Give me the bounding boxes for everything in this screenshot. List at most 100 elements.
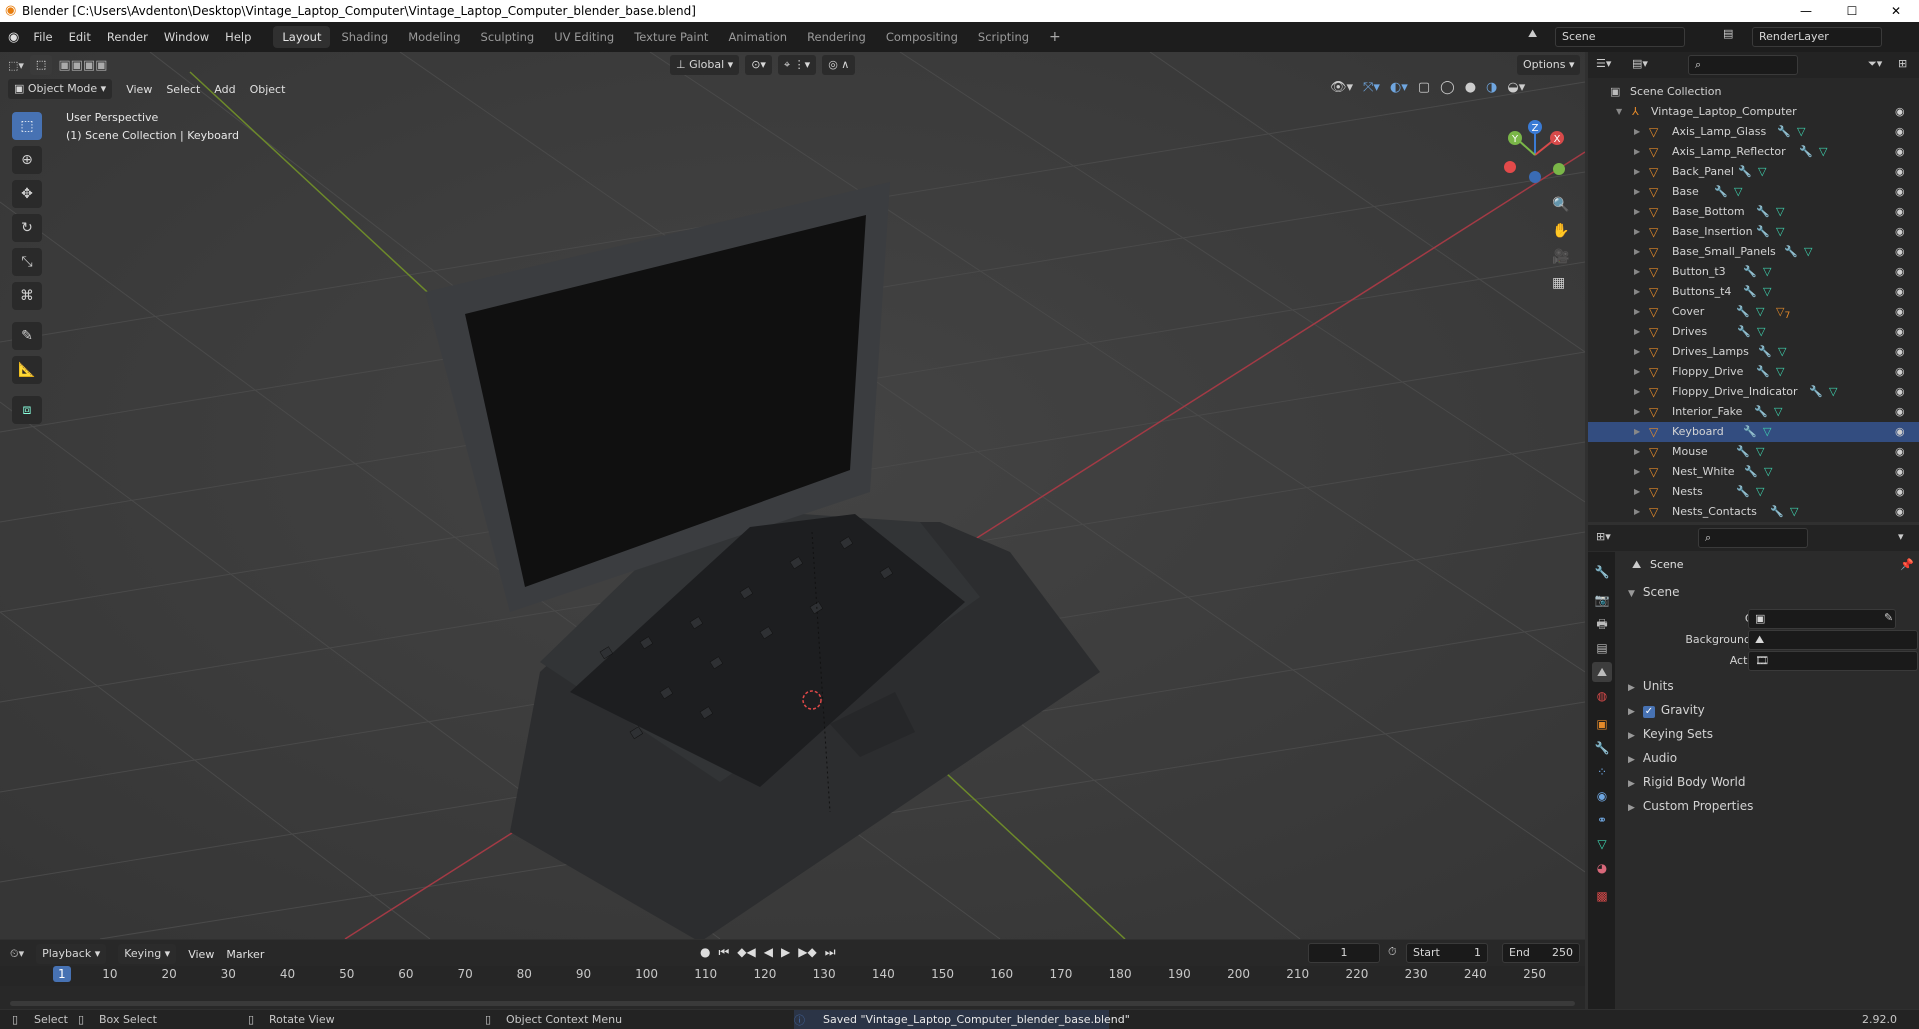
visibility-eye-icon[interactable]: ◉ [1895, 262, 1905, 282]
constraints-tab-icon[interactable]: ⚭ [1592, 810, 1612, 830]
outliner-item[interactable]: ▶ ▽ Base_Bottom 🔧 ▽ ◉ [1588, 202, 1919, 222]
mesh-data-icon[interactable]: ▽ [1757, 322, 1765, 342]
gravity-checkbox[interactable]: ✓ [1642, 706, 1655, 718]
mesh-data-icon[interactable]: ▽ [1776, 222, 1784, 242]
visibility-icon[interactable]: 👁▾ [1330, 80, 1353, 95]
cursor-tool-icon[interactable]: ⊕ [12, 146, 42, 174]
mesh-data-icon[interactable]: ▽ [1790, 502, 1798, 522]
wireframe-shading-icon[interactable]: ◯ [1440, 80, 1455, 95]
outliner-item[interactable]: ▶ ▽ Floppy_Drive 🔧 ▽ ◉ [1588, 362, 1919, 382]
visibility-eye-icon[interactable]: ◉ [1895, 162, 1905, 182]
mesh-data-icon[interactable]: ▽ [1764, 462, 1772, 482]
tab-compositing[interactable]: Compositing [877, 26, 967, 48]
visibility-eye-icon[interactable]: ◉ [1895, 362, 1905, 382]
mesh-data-icon[interactable]: ▽ [1763, 282, 1771, 302]
ortho-grid-icon[interactable]: ▦ [1552, 275, 1569, 291]
mesh-data-icon[interactable]: ▽ [1829, 382, 1837, 402]
timeline-editor-icon[interactable]: ⏲▾ [10, 947, 24, 961]
visibility-eye-icon[interactable]: ◉ [1895, 442, 1905, 462]
expand-arrow-icon[interactable]: ▶ [1634, 482, 1640, 502]
properties-options-icon[interactable]: ▾ [1898, 530, 1904, 543]
section-rigid-body-world[interactable]: ▶ Rigid Body World [1628, 775, 1745, 789]
modifier-tab-icon[interactable]: 🔧 [1592, 738, 1612, 758]
modifier-icon[interactable]: 🔧 [1809, 382, 1823, 402]
outliner-item[interactable]: ▶ ▽ Mouse 🔧 ▽ ◉ [1588, 442, 1919, 462]
object-tab-icon[interactable]: ▣ [1592, 714, 1612, 734]
eyedropper-icon[interactable]: ✎ [1884, 611, 1893, 624]
prev-keyframe-icon[interactable]: ◆◀ [737, 945, 755, 960]
visibility-eye-icon[interactable]: ◉ [1895, 182, 1905, 202]
select-box-tool-icon[interactable]: ⬚ [12, 112, 42, 140]
scale-tool-icon[interactable]: ⤡ [12, 248, 42, 276]
mesh-data-icon[interactable]: ▽ [1776, 202, 1784, 222]
outliner-item[interactable]: ▶ ▽ Nests_Contacts 🔧 ▽ ◉ [1588, 502, 1919, 522]
expand-arrow-icon[interactable]: ▶ [1634, 202, 1640, 222]
expand-arrow-icon[interactable]: ▶ [1634, 382, 1640, 402]
timeline-menu-view[interactable]: View [188, 948, 214, 961]
section-gravity[interactable]: ▶ ✓ Gravity [1628, 703, 1705, 718]
measure-tool-icon[interactable]: 📐 [12, 356, 42, 384]
outliner-item[interactable]: ▶ ▽ Base_Insertion 🔧 ▽ ◉ [1588, 222, 1919, 242]
modifier-icon[interactable]: 🔧 [1777, 122, 1791, 142]
section-custom-properties[interactable]: ▶ Custom Properties [1628, 799, 1753, 813]
modifier-icon[interactable]: 🔧 [1799, 142, 1813, 162]
move-tool-icon[interactable]: ✥ [12, 180, 42, 208]
menu-edit[interactable]: Edit [61, 22, 99, 52]
material-tab-icon[interactable]: ◕ [1592, 858, 1612, 878]
section-keying-sets[interactable]: ▶ Keying Sets [1628, 727, 1713, 741]
timeline-menu-marker[interactable]: Marker [226, 948, 264, 961]
outliner-item[interactable]: ▶ ▽ Axis_Lamp_Glass 🔧 ▽ ◉ [1588, 122, 1919, 142]
options-dropdown[interactable]: Options ▾ [1517, 55, 1581, 75]
tab-layout[interactable]: Layout [273, 26, 331, 48]
mesh-data-icon[interactable]: ▽ [1776, 362, 1784, 382]
modifier-icon[interactable]: 🔧 [1743, 422, 1757, 442]
view-layer-tab-icon[interactable]: ▤ [1592, 638, 1612, 658]
scene-icon[interactable]: ⛰ [1528, 27, 1537, 41]
selection-mode-icons[interactable]: ▣▣▣▣ [58, 58, 107, 73]
add-workspace-icon[interactable]: + [1040, 26, 1070, 48]
outliner-editor-icon[interactable]: ☰▾ [1596, 57, 1611, 70]
visibility-eye-icon[interactable]: ◉ [1895, 242, 1905, 262]
expand-arrow-icon[interactable]: ▶ [1634, 262, 1640, 282]
outliner-item[interactable]: ▶ ▽ Interior_Fake 🔧 ▽ ◉ [1588, 402, 1919, 422]
expand-arrow-icon[interactable]: ▶ [1634, 142, 1640, 162]
close-button[interactable]: ✕ [1873, 0, 1919, 22]
playback-dropdown[interactable]: Playback ▾ [36, 944, 107, 964]
visibility-eye-icon[interactable]: ◉ [1895, 302, 1905, 322]
modifier-icon[interactable]: 🔧 [1737, 322, 1751, 342]
mesh-data-icon[interactable]: ▽ [1797, 122, 1805, 142]
outliner-scene-collection[interactable]: ▣ Scene Collection [1588, 82, 1919, 102]
pan-hand-icon[interactable]: ✋ [1552, 223, 1569, 239]
expand-arrow-icon[interactable]: ▶ [1634, 182, 1640, 202]
start-frame-field[interactable]: Start 1 [1406, 943, 1488, 963]
physics-tab-icon[interactable]: ◉ [1592, 786, 1612, 806]
modifier-icon[interactable]: 🔧 [1738, 162, 1752, 182]
camera-field[interactable]: ▣ [1748, 609, 1896, 629]
visibility-eye-icon[interactable]: ◉ [1895, 482, 1905, 502]
expand-arrow-icon[interactable]: ▶ [1634, 442, 1640, 462]
visibility-eye-icon[interactable]: ◉ [1895, 462, 1905, 482]
expand-arrow-icon[interactable]: ▶ [1634, 282, 1640, 302]
expand-arrow-icon[interactable]: ▶ [1634, 162, 1640, 182]
expand-arrow-icon[interactable]: ▶ [1634, 502, 1640, 522]
current-frame-field[interactable]: 1 [1308, 943, 1380, 963]
blender-menu-icon[interactable]: ◉ [8, 30, 19, 45]
tab-scripting[interactable]: Scripting [969, 26, 1038, 48]
tab-sculpting[interactable]: Sculpting [472, 26, 544, 48]
mesh-data-icon[interactable]: ▽ [1758, 162, 1766, 182]
maximize-button[interactable]: ☐ [1829, 0, 1875, 22]
transform-tool-icon[interactable]: ⌘ [12, 282, 42, 310]
outliner-item[interactable]: ▶ ▽ Axis_Lamp_Reflector 🔧 ▽ ◉ [1588, 142, 1919, 162]
visibility-eye-icon[interactable]: ◉ [1895, 422, 1905, 442]
modifier-icon[interactable]: 🔧 [1744, 462, 1758, 482]
expand-arrow-icon[interactable]: ▶ [1634, 302, 1640, 322]
pin-icon[interactable]: 📌 [1900, 558, 1914, 571]
modifier-icon[interactable]: 🔧 [1736, 482, 1750, 502]
outliner-item[interactable]: ▶ ▽ Back_Panel 🔧 ▽ ◉ [1588, 162, 1919, 182]
scene-tab-icon[interactable]: ⛰ [1592, 662, 1612, 682]
render-tab-icon[interactable]: 📷 [1592, 590, 1612, 610]
expand-arrow-icon[interactable]: ▶ [1634, 122, 1640, 142]
viewport-menu-select[interactable]: Select [166, 83, 200, 96]
menu-window[interactable]: Window [156, 22, 217, 52]
tab-modeling[interactable]: Modeling [399, 26, 469, 48]
